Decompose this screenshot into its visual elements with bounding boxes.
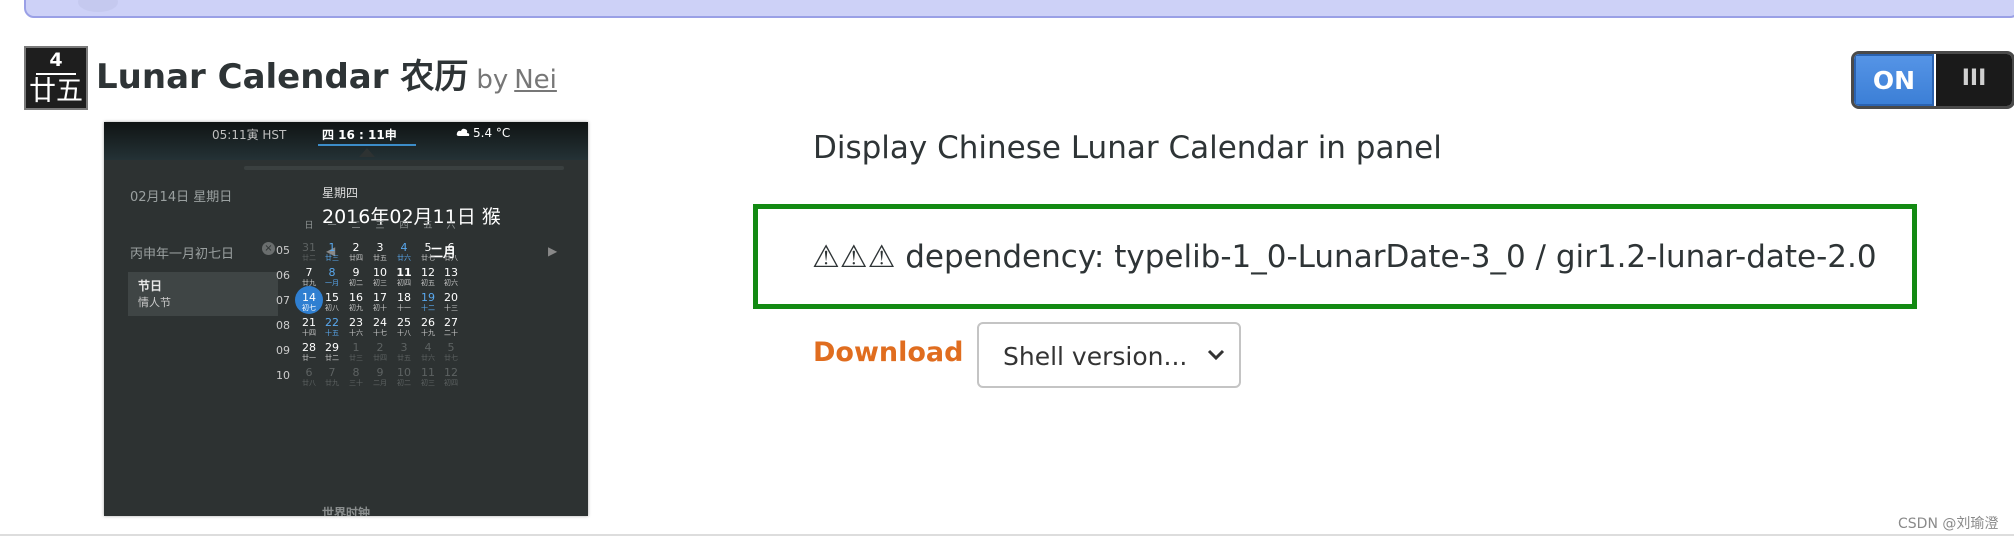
- shell-version-placeholder: Shell version...: [1003, 342, 1188, 371]
- extension-icon: 4 廿五: [24, 46, 88, 110]
- download-link[interactable]: Download: [813, 337, 963, 368]
- screenshot-panel-clock: 四 16 : 11申: [322, 128, 397, 142]
- extension-icon-lunar-day: 廿五: [29, 76, 83, 107]
- screenshot-clock-underline: [318, 144, 416, 146]
- extension-screenshot: 05:11寅 HST 四 16 : 11申 5.4 °C 02月14日 星期日 …: [104, 122, 588, 516]
- panel-menu-arrow: [359, 148, 375, 157]
- chevron-down-icon: [1207, 349, 1225, 361]
- screenshot-hst-time: 05:11寅 HST: [212, 128, 287, 142]
- calendar-day-number: 27: [444, 316, 458, 329]
- calendar-day-number: 12: [444, 366, 458, 379]
- screenshot-world-clock-label: 世界时钟: [322, 506, 371, 516]
- dependency-notice: ⚠⚠⚠ dependency: typelib-1_0-LunarDate-3_…: [812, 239, 1877, 275]
- screenshot-next-month-icon: ▶: [548, 244, 558, 258]
- screenshot-top-panel: 05:11寅 HST 四 16 : 11申 5.4 °C: [104, 122, 588, 160]
- screenshot-weekday: 星期四: [322, 186, 359, 200]
- calendar-day: 6 廿八: [436, 242, 466, 262]
- screenshot-close-icon: ×: [262, 242, 275, 255]
- calendar-weekday-header: 六: [446, 221, 456, 231]
- extension-title-row: Lunar Calendar 农历 by Nei: [96, 52, 557, 102]
- screenshot-lunar-date: 丙申年一月初七日: [130, 247, 235, 262]
- toggle-on-label: ON: [1854, 54, 1934, 106]
- calendar-day-number: 20: [444, 291, 458, 304]
- calendar-day: 27 二十: [436, 317, 466, 337]
- calendar-lunar-day: 初四: [444, 379, 458, 387]
- calendar-lunar-day: 廿七: [444, 354, 458, 362]
- watermark: CSDN @刘瑜澄: [1898, 516, 1999, 532]
- extension-icon-number: 4: [49, 49, 63, 71]
- festival-item: 情人节: [138, 296, 171, 309]
- by-label: by: [476, 65, 509, 95]
- festival-title: 节日: [138, 279, 163, 293]
- calendar-lunar-day: 初六: [444, 279, 458, 287]
- card-bottom-divider: [0, 534, 2014, 536]
- calendar-day: 12 初四: [436, 367, 466, 387]
- calendar-day: 5 廿七: [436, 342, 466, 362]
- screenshot-festival-box: 节日 情人节: [128, 272, 278, 316]
- calendar-day-number: 6: [447, 241, 455, 254]
- calendar-day-number: 5: [447, 341, 455, 354]
- weather-cloud-icon: [456, 128, 470, 136]
- calendar-lunar-day: 十三: [444, 304, 458, 312]
- toggle-handle-icon[interactable]: III: [1936, 54, 2012, 106]
- dependency-notice-box: ⚠⚠⚠ dependency: typelib-1_0-LunarDate-3_…: [753, 204, 1917, 309]
- screenshot-divider-bar: [244, 166, 564, 170]
- extension-description: Display Chinese Lunar Calendar in panel: [813, 130, 1442, 166]
- calendar-lunar-day: 廿八: [444, 254, 458, 262]
- extension-title[interactable]: Lunar Calendar 农历: [96, 57, 468, 97]
- extension-enable-toggle[interactable]: ON III: [1851, 51, 2014, 109]
- weather-temp: 5.4 °C: [473, 126, 511, 140]
- extension-icon-divider: [36, 73, 76, 75]
- screenshot-selected-date: 02月14日 星期日: [130, 190, 233, 205]
- calendar-day: 13 初六: [436, 267, 466, 287]
- screenshot-weather: 5.4 °C: [456, 126, 510, 140]
- calendar-day: 20 十三: [436, 292, 466, 312]
- shell-version-select[interactable]: Shell version...: [977, 322, 1241, 388]
- calendar-lunar-day: 二十: [444, 329, 458, 337]
- previous-extension-card: [24, 0, 2014, 18]
- author-link[interactable]: Nei: [514, 65, 557, 95]
- calendar-day-number: 13: [444, 266, 458, 279]
